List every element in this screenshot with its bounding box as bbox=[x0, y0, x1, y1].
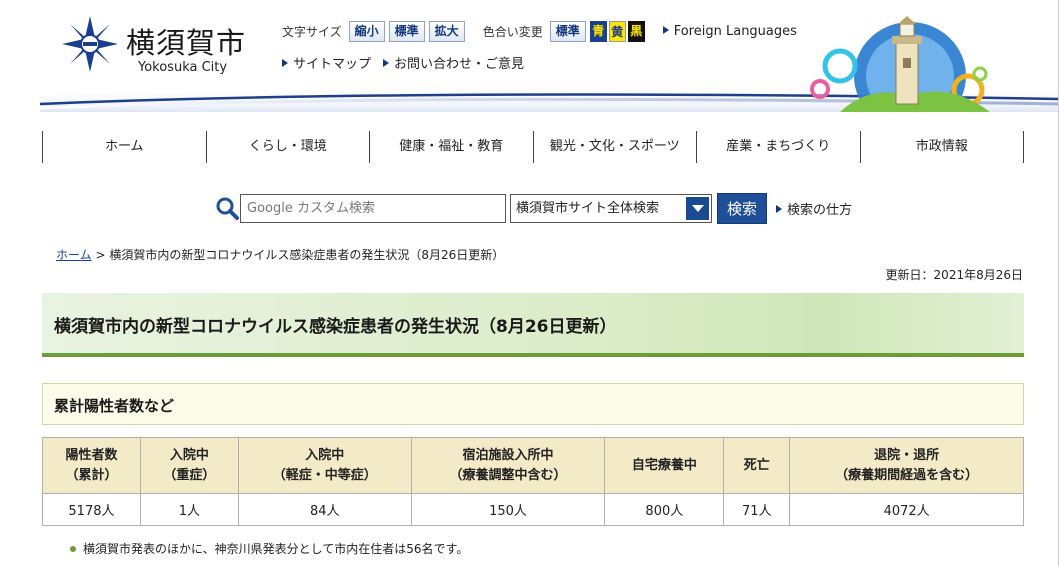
sitemap-link[interactable]: サイトマップ bbox=[282, 53, 371, 72]
search-scope-value: 横須賀市サイト全体検索 bbox=[516, 201, 660, 216]
breadcrumb-home-link[interactable]: ホーム bbox=[56, 248, 92, 262]
table-header-cell: 入院中 （軽症・中等症） bbox=[237, 437, 412, 494]
contact-link[interactable]: お問い合わせ・ご意見 bbox=[383, 53, 524, 72]
font-large-button[interactable]: 拡大 bbox=[428, 20, 465, 42]
table-header-cell: 死亡 bbox=[723, 437, 791, 494]
font-small-button[interactable]: 縮小 bbox=[348, 20, 385, 42]
search-input[interactable] bbox=[240, 194, 506, 223]
site-header: 横須賀市 Yokosuka City 文字サイズ 縮小 標準 拡大 色合い変更 … bbox=[0, 0, 1059, 112]
table-cell-lodging: 150人 bbox=[410, 493, 606, 526]
font-standard-button[interactable]: 標準 bbox=[388, 20, 425, 42]
triangle-right-icon bbox=[282, 59, 288, 67]
table-header-row: 陽性者数 （累計） 入院中 （重症） 入院中 （軽症・中等症） 宿泊施設入所中 （療養調… bbox=[42, 437, 1024, 494]
table-header-cell: 宿泊施設入所中 （療養調整中含む） bbox=[410, 437, 606, 494]
accessibility-toolbar: 文字サイズ 縮小 標準 拡大 色合い変更 標準 青 黄 黒 Foreign La… bbox=[282, 20, 797, 42]
table-row: 5178人 1人 84人 150人 800人 71人 4072人 bbox=[42, 493, 1024, 526]
nav-item-city-info[interactable]: 市政情報 bbox=[859, 131, 1024, 163]
site-name[interactable]: 横須賀市 bbox=[126, 20, 246, 62]
color-change-label: 色合い変更 bbox=[482, 24, 543, 39]
nav-item-tourism[interactable]: 観光・文化・スポーツ bbox=[532, 131, 697, 163]
lighthouse-illustration bbox=[810, 16, 990, 112]
section-heading-bar: 累計陽性者数など bbox=[42, 383, 1024, 425]
table-cell-home-care: 800人 bbox=[604, 493, 725, 526]
triangle-right-icon bbox=[383, 59, 390, 67]
page-title-bar: 横須賀市内の新型コロナウイルス感染症患者の発生状況（8月26日更新） bbox=[42, 293, 1024, 357]
search-help-link[interactable]: 検索の仕方 bbox=[776, 199, 852, 218]
sitemap-label: サイトマップ bbox=[293, 57, 372, 72]
foreign-languages-link[interactable]: Foreign Languages bbox=[662, 23, 797, 39]
header-links: サイトマップ お問い合わせ・ご意見 bbox=[282, 53, 536, 72]
city-emblem-icon[interactable] bbox=[60, 14, 120, 74]
nav-item-living[interactable]: くらし・環境 bbox=[205, 131, 370, 163]
note-text: 横須賀市発表のほかに、神奈川県発表分として市内在住者は56名です。 bbox=[70, 540, 468, 557]
font-size-label: 文字サイズ bbox=[282, 24, 342, 39]
search-icon bbox=[216, 197, 239, 220]
bullet-icon bbox=[70, 546, 76, 552]
table-cell-deaths: 71人 bbox=[723, 493, 791, 526]
color-standard-button[interactable]: 標準 bbox=[549, 20, 586, 42]
page-title: 横須賀市内の新型コロナウイルス感染症患者の発生状況（8月26日更新） bbox=[54, 317, 617, 337]
chevron-down-icon[interactable] bbox=[686, 197, 709, 220]
nav-item-home[interactable]: ホーム bbox=[42, 131, 206, 163]
search-scope-select[interactable]: 横須賀市サイト全体検索 bbox=[510, 194, 712, 223]
table-cell-hospitalized-severe: 1人 bbox=[139, 493, 239, 526]
color-black-button[interactable]: 黒 bbox=[627, 20, 645, 42]
table-header-cell: 陽性者数 （累計） bbox=[42, 437, 141, 494]
triangle-right-icon bbox=[776, 205, 782, 213]
triangle-right-icon bbox=[662, 25, 669, 34]
table-header-cell: 入院中 （重症） bbox=[139, 437, 239, 494]
stats-table: 陽性者数 （累計） 入院中 （重症） 入院中 （軽症・中等症） 宿泊施設入所中 （療養調… bbox=[42, 437, 1024, 526]
breadcrumb-current: 横須賀市内の新型コロナウイルス感染症患者の発生状況（8月26日更新） bbox=[109, 248, 505, 262]
table-cell-discharged: 4072人 bbox=[789, 493, 1024, 526]
nav-item-industry[interactable]: 産業・まちづくり bbox=[696, 131, 860, 163]
global-nav: ホーム くらし・環境 健康・福祉・教育 観光・文化・スポーツ 産業・まちづくり … bbox=[42, 131, 1024, 163]
table-header-cell: 退院・退所 （療養期間経過を含む） bbox=[789, 437, 1024, 494]
table-cell-hospitalized-mild: 84人 bbox=[237, 493, 412, 526]
foreign-languages-label: Foreign Languages bbox=[673, 23, 797, 39]
color-yellow-button[interactable]: 黄 bbox=[608, 20, 626, 42]
contact-label: お問い合わせ・ご意見 bbox=[394, 57, 525, 72]
search-help-label: 検索の仕方 bbox=[787, 203, 853, 218]
table-header-cell: 自宅療養中 bbox=[604, 437, 725, 494]
note-label: 横須賀市発表のほかに、神奈川県発表分として市内在住者は56名です。 bbox=[83, 542, 469, 556]
updated-date: 更新日：2021年8月26日 bbox=[885, 268, 1023, 282]
site-name-english[interactable]: Yokosuka City bbox=[138, 60, 227, 75]
nav-item-health[interactable]: 健康・福祉・教育 bbox=[369, 131, 533, 163]
search-button[interactable]: 検索 bbox=[717, 193, 767, 224]
breadcrumb: ホーム > 横須賀市内の新型コロナウイルス感染症患者の発生状況（8月26日更新） bbox=[56, 246, 504, 263]
table-cell-positive-total: 5178人 bbox=[42, 493, 141, 526]
breadcrumb-separator: > bbox=[95, 248, 106, 262]
color-blue-button[interactable]: 青 bbox=[589, 20, 607, 42]
section-title: 累計陽性者数など bbox=[54, 397, 175, 415]
